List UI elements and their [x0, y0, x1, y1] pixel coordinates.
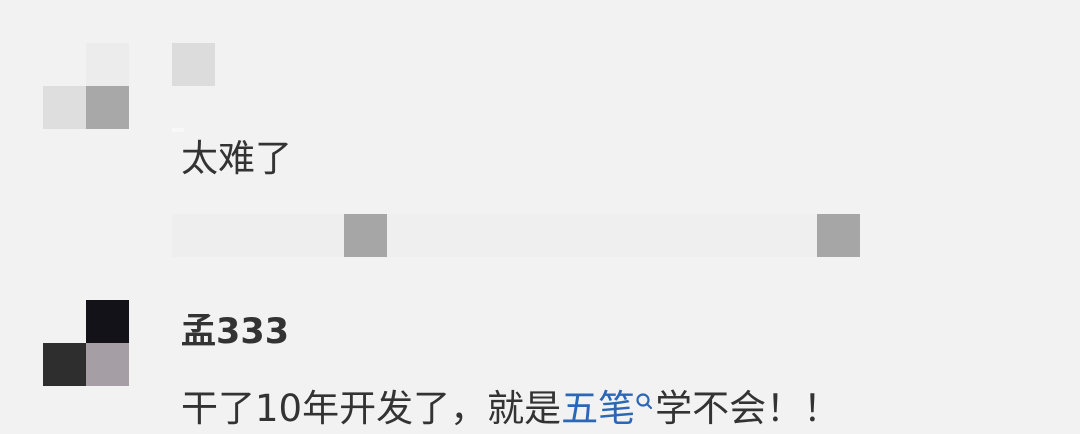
- comment-text-before: 干了10年开发了，就是: [181, 387, 562, 430]
- mosaic-tile: [43, 86, 86, 129]
- comment-text: 干了10年开发了，就是五笔 学不会！！: [181, 384, 840, 434]
- footer-redacted: [387, 214, 817, 257]
- avatar[interactable]: [43, 300, 129, 386]
- mosaic-tile: [86, 300, 129, 343]
- username[interactable]: 孟333: [181, 308, 289, 356]
- avatar[interactable]: [43, 43, 129, 129]
- footer-redacted: [344, 214, 387, 257]
- mosaic-tile: [43, 43, 86, 86]
- footer-redacted: [817, 214, 860, 257]
- comment-text-after: 学不会！！: [655, 387, 841, 430]
- mosaic-tile: [86, 343, 129, 386]
- mosaic-tile: [43, 343, 86, 386]
- username-redacted: [172, 128, 184, 132]
- comment-text: 太难了: [181, 137, 292, 180]
- search-icon[interactable]: [635, 380, 655, 410]
- mosaic-tile: [43, 300, 86, 343]
- username-redacted: [172, 43, 215, 86]
- mosaic-tile: [86, 43, 129, 86]
- keyword-link[interactable]: 五笔: [561, 387, 635, 430]
- mosaic-tile: [86, 86, 129, 129]
- footer-redacted: [172, 214, 344, 257]
